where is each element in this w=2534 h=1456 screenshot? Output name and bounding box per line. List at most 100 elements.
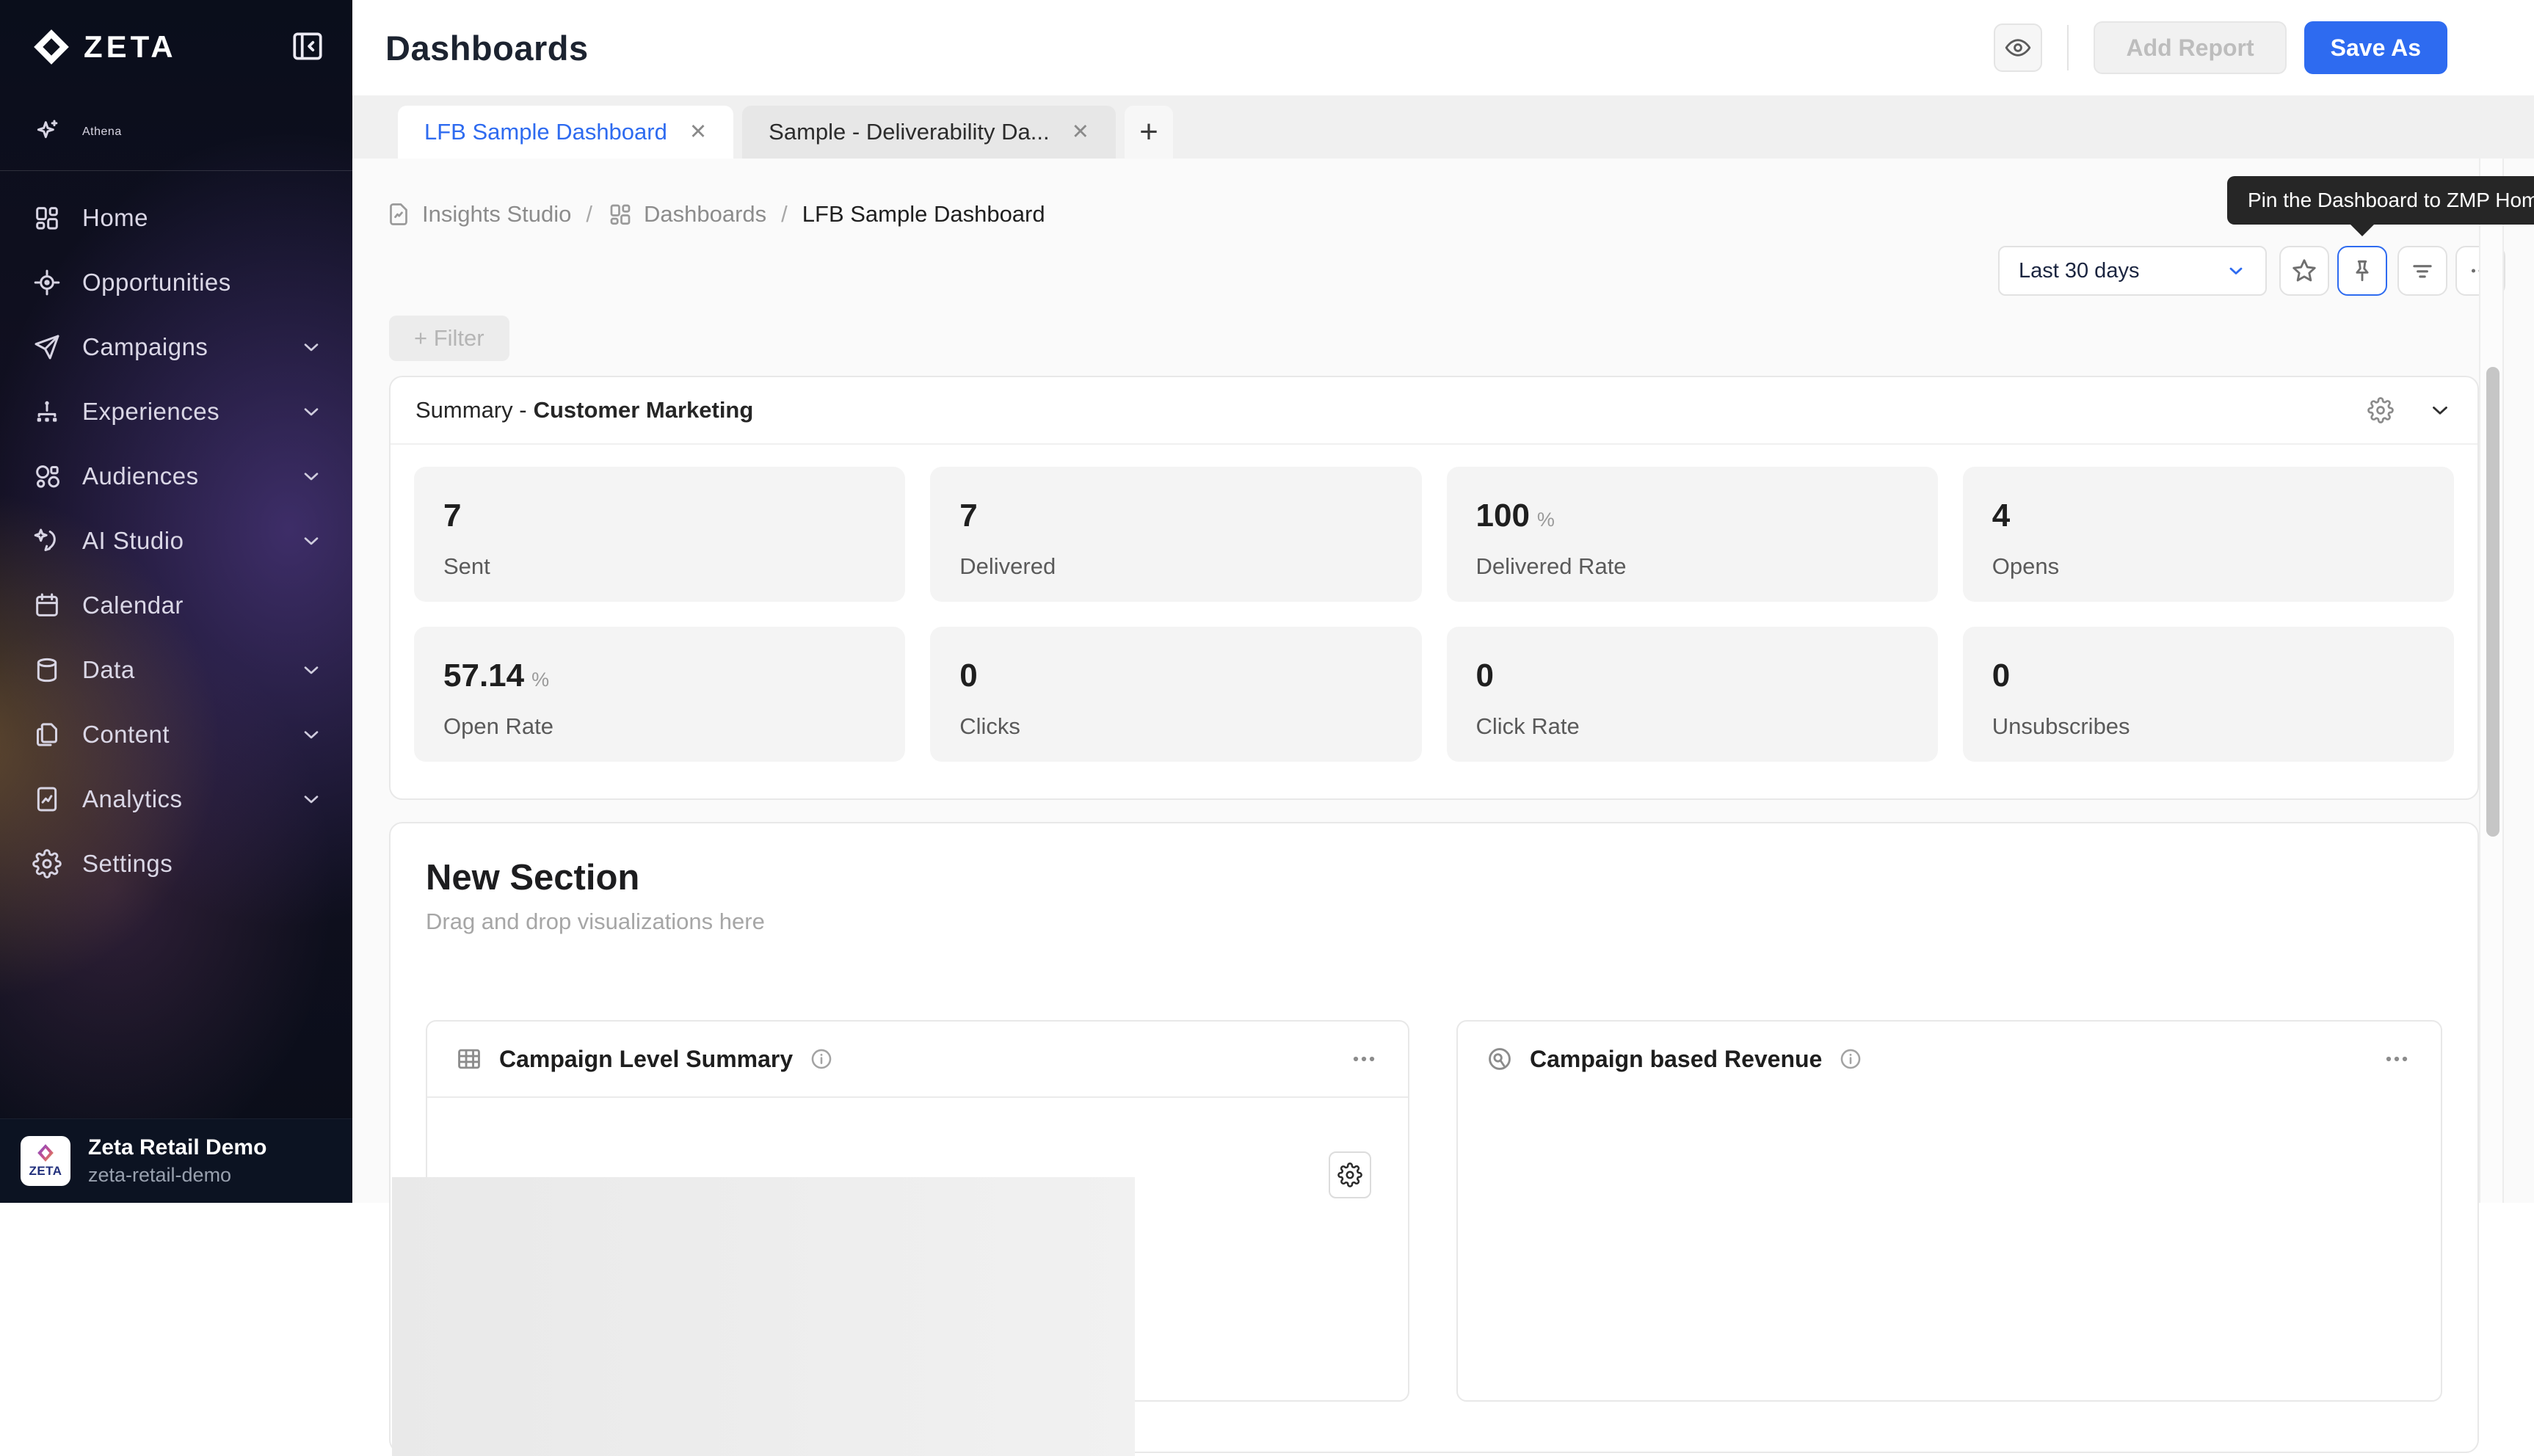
filter-lines-button[interactable]: [2397, 246, 2447, 296]
close-icon[interactable]: ✕: [689, 122, 707, 143]
breadcrumb-label: Insights Studio: [422, 201, 571, 228]
summary-card-header: Summary - Customer Marketing: [391, 377, 2477, 445]
close-icon[interactable]: ✕: [1072, 122, 1089, 143]
sidebar-item-audiences[interactable]: Audiences: [0, 444, 352, 509]
sidebar-item-label: Audiences: [82, 462, 199, 490]
add-tab-button[interactable]: +: [1125, 106, 1173, 159]
sidebar-item-label: Experiences: [82, 398, 219, 426]
section-subtitle: Drag and drop visualizations here: [426, 909, 2442, 935]
sidebar: ZETA Athena Home Opportunities Camp: [0, 0, 352, 1203]
donut-chart-icon: [1486, 1045, 1514, 1073]
sidebar-item-analytics[interactable]: Analytics: [0, 767, 352, 831]
sidebar-item-opportunities[interactable]: Opportunities: [0, 250, 352, 315]
sidebar-item-experiences[interactable]: Experiences: [0, 379, 352, 444]
section-title: New Section: [426, 857, 2442, 898]
sidebar-collapse-icon[interactable]: [289, 28, 326, 65]
date-range-select[interactable]: Last 30 days: [1998, 246, 2267, 296]
tab-label: LFB Sample Dashboard: [424, 119, 667, 145]
metric-label: Open Rate: [443, 713, 876, 740]
tab-lfb-sample-dashboard[interactable]: LFB Sample Dashboard ✕: [398, 106, 733, 159]
chevron-down-icon[interactable]: [2428, 398, 2453, 423]
sidebar-item-ai-studio[interactable]: AI Studio: [0, 509, 352, 573]
sitemap-icon: [32, 397, 62, 426]
viz-card-header: Campaign Level Summary: [427, 1022, 1408, 1098]
sidebar-item-label: Opportunities: [82, 269, 231, 296]
scrollbar-thumb[interactable]: [2486, 367, 2499, 837]
metric-label: Click Rate: [1476, 713, 1909, 740]
metric-label: Delivered Rate: [1476, 553, 1909, 580]
metric-tile-delivered-rate: 100% Delivered Rate: [1447, 467, 1938, 602]
metric-tile-click-rate: 0 Click Rate: [1447, 627, 1938, 762]
sidebar-item-athena[interactable]: Athena: [0, 100, 352, 164]
sidebar-item-label: Settings: [82, 850, 173, 878]
page-title: Dashboards: [385, 28, 589, 68]
breadcrumb-current: LFB Sample Dashboard: [802, 201, 1045, 228]
pin-dashboard-button[interactable]: [2337, 246, 2387, 296]
dashboards-grid-icon: [607, 201, 634, 228]
save-as-button[interactable]: Save As: [2304, 21, 2447, 74]
app-root: ZETA Athena Home Opportunities Camp: [0, 0, 2534, 1203]
info-icon: [809, 1046, 834, 1071]
calendar-icon: [32, 591, 62, 620]
insights-doc-icon: [385, 201, 412, 228]
summary-card: Summary - Customer Marketing 7 Sent 7 De…: [389, 376, 2479, 800]
org-badge-text: ZETA: [29, 1164, 62, 1179]
gear-icon: [32, 849, 62, 878]
logo-text: ZETA: [84, 29, 177, 65]
metric-tile-opens: 4 Opens: [1963, 467, 2454, 602]
send-icon: [32, 332, 62, 362]
metric-value: 0: [1476, 658, 1909, 694]
metric-label: Delivered: [959, 553, 1392, 580]
topbar: Dashboards Add Report Save As: [352, 0, 2534, 95]
viz-card-title: Campaign based Revenue: [1530, 1046, 1822, 1073]
add-filter-button[interactable]: + Filter: [389, 316, 509, 361]
breadcrumb-insights-studio[interactable]: Insights Studio: [385, 201, 571, 228]
favorite-star-button[interactable]: [2279, 246, 2329, 296]
chevron-down-icon: [299, 658, 323, 682]
sidebar-item-content[interactable]: Content: [0, 702, 352, 767]
chevron-down-icon: [299, 723, 323, 746]
breadcrumb: Insights Studio / Dashboards / LFB Sampl…: [385, 201, 1045, 228]
breadcrumb-separator: /: [781, 201, 788, 228]
summary-actions: [2367, 397, 2453, 423]
metric-label: Opens: [1992, 553, 2425, 580]
summary-title: Customer Marketing: [534, 397, 754, 423]
sidebar-item-calendar[interactable]: Calendar: [0, 573, 352, 638]
main-area: Dashboards Add Report Save As LFB Sample…: [352, 0, 2534, 1203]
chevron-down-icon: [299, 787, 323, 811]
metric-tile-delivered: 7 Delivered: [930, 467, 1421, 602]
sidebar-item-settings[interactable]: Settings: [0, 831, 352, 896]
gear-icon[interactable]: [2367, 397, 2394, 423]
viz-settings-button[interactable]: [1329, 1151, 1371, 1198]
more-options-icon[interactable]: [1348, 1043, 1380, 1075]
preview-eye-button[interactable]: [1994, 23, 2042, 72]
add-report-button[interactable]: Add Report: [2094, 21, 2286, 74]
org-meta: Zeta Retail Demo zeta-retail-demo: [88, 1135, 266, 1187]
topbar-actions: Add Report Save As: [1994, 21, 2447, 74]
logo-row: ZETA: [0, 0, 352, 94]
breadcrumb-separator: /: [586, 201, 592, 228]
sidebar-item-label: Analytics: [82, 785, 183, 813]
gear-icon: [1337, 1162, 1362, 1187]
more-options-icon[interactable]: [2381, 1043, 2413, 1075]
metric-suffix: %: [1537, 509, 1555, 531]
metric-value: 7: [443, 498, 876, 534]
pin-icon: [2348, 257, 2376, 285]
org-switcher[interactable]: ZETA Zeta Retail Demo zeta-retail-demo: [0, 1118, 352, 1203]
loading-strip: [392, 1177, 1135, 1456]
tab-sample-deliverability[interactable]: Sample - Deliverability Da... ✕: [742, 106, 1116, 159]
metric-value: 57.14%: [443, 658, 876, 694]
chevron-down-icon: [2226, 261, 2246, 281]
breadcrumb-dashboards[interactable]: Dashboards: [607, 201, 766, 228]
athena-sparkle-icon: [32, 117, 62, 147]
dashboard-content: Insights Studio / Dashboards / LFB Sampl…: [352, 159, 2534, 1203]
metric-label: Clicks: [959, 713, 1392, 740]
sidebar-item-campaigns[interactable]: Campaigns: [0, 315, 352, 379]
sidebar-item-home[interactable]: Home: [0, 186, 352, 250]
chevron-down-icon: [299, 400, 323, 423]
sidebar-item-label: AI Studio: [82, 527, 184, 555]
sidebar-item-data[interactable]: Data: [0, 638, 352, 702]
filter-icon: [2408, 257, 2436, 285]
viz-card-title: Campaign Level Summary: [499, 1046, 793, 1073]
metric-value: 0: [959, 658, 1392, 694]
